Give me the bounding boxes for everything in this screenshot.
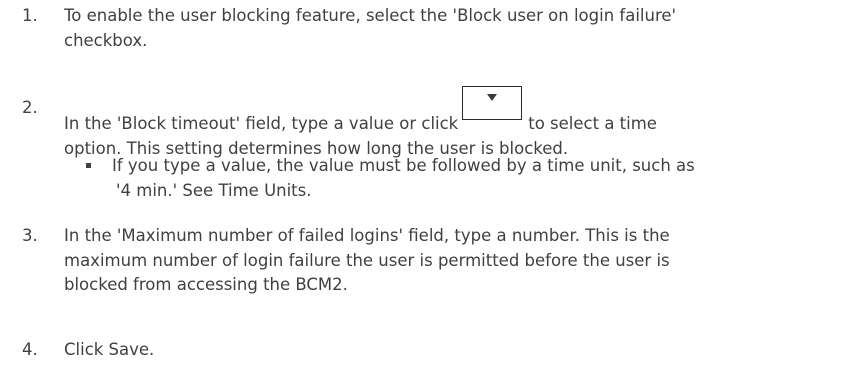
bullet-text-line: If you type a value, the value must be f… <box>112 156 695 175</box>
step-text: To enable the user blocking feature, sel… <box>64 4 862 53</box>
square-bullet-icon <box>86 163 91 168</box>
step-text: In the 'Maximum number of failed logins'… <box>64 224 862 298</box>
step-number: 3. <box>22 226 38 245</box>
step-text-line: maximum number of login failure the user… <box>64 250 670 270</box>
step-text: Click Save. <box>64 338 862 363</box>
step-text-line: Click Save. <box>64 340 155 359</box>
step-text-fragment: In the 'Block timeout' field, type a val… <box>64 114 459 133</box>
dropdown-button-image <box>462 86 523 120</box>
step-text: In the 'Block timeout' field, type a val… <box>64 86 862 161</box>
step-number: 1. <box>22 6 38 25</box>
bullet-text: If you type a value, the value must be f… <box>112 154 866 203</box>
step-text-line: In the 'Block timeout' field, type a val… <box>64 86 862 137</box>
step-text-fragment: to select a time <box>528 114 657 133</box>
dropdown-arrow-icon <box>487 94 498 101</box>
bullet-text-line: '4 min.' See Time Units. <box>116 180 312 200</box>
step-text-line: checkbox. <box>64 30 148 50</box>
step-number: 2. <box>22 98 38 117</box>
step-text-line: To enable the user blocking feature, sel… <box>64 6 677 25</box>
step-number: 4. <box>22 340 38 359</box>
instruction-document: 1. To enable the user blocking feature, … <box>0 0 866 388</box>
step-text-line: blocked from accessing the BCM2. <box>64 275 348 294</box>
step-text-line: In the 'Maximum number of failed logins'… <box>64 226 670 245</box>
